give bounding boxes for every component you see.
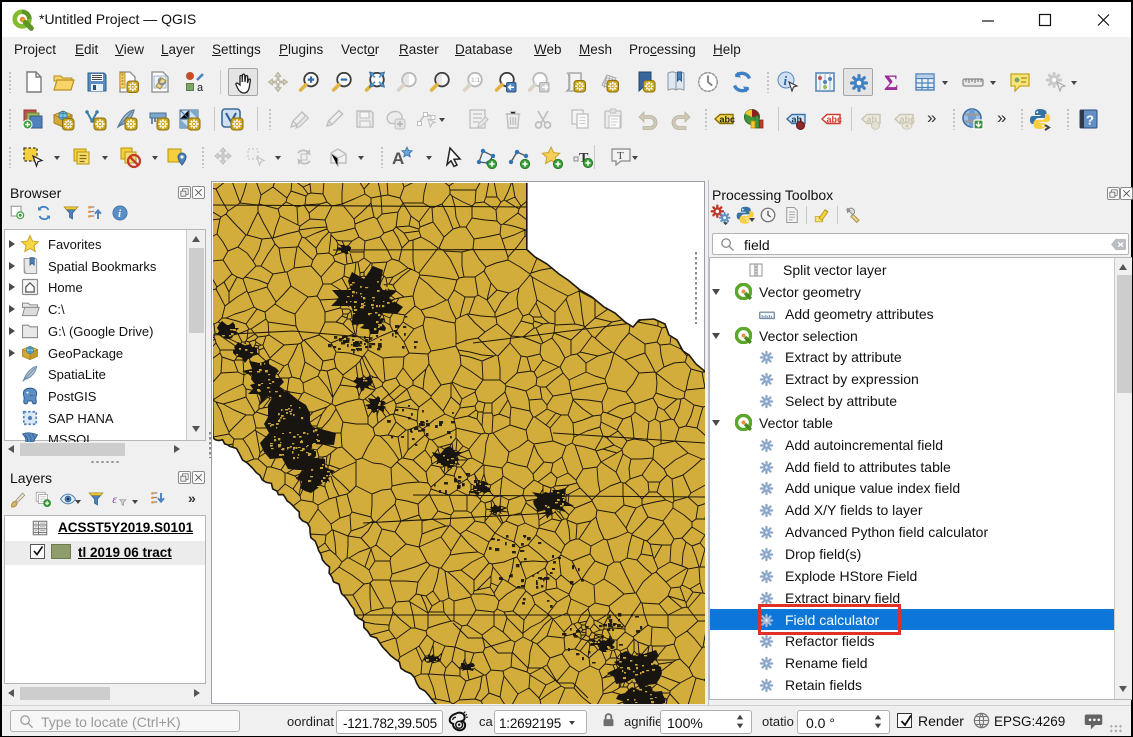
svg-text:1:1: 1:1 bbox=[471, 77, 480, 84]
svg-text:T: T bbox=[617, 150, 624, 162]
svg-text:i: i bbox=[118, 209, 121, 220]
svg-text:a: a bbox=[197, 82, 204, 94]
svg-text:Σ: Σ bbox=[884, 70, 898, 94]
svg-text:?: ? bbox=[1086, 113, 1094, 128]
svg-text:abc: abc bbox=[827, 115, 843, 125]
svg-text:ε: ε bbox=[112, 492, 117, 506]
svg-text:i: i bbox=[784, 73, 788, 88]
svg-text:abc: abc bbox=[720, 115, 736, 125]
